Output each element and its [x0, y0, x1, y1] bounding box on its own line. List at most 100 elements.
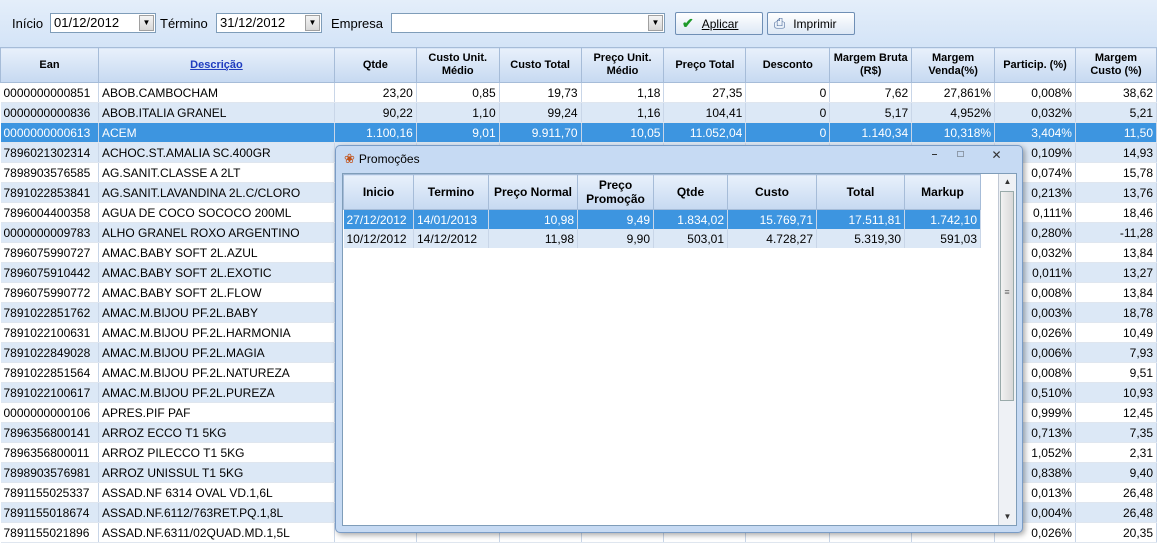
- column-header[interactable]: Desconto: [745, 47, 831, 83]
- chevron-down-icon[interactable]: ▼: [305, 15, 320, 31]
- table-cell: 10,98: [488, 209, 578, 229]
- table-cell: 18,46: [1075, 202, 1157, 223]
- column-header[interactable]: Preço Promoção: [577, 174, 654, 210]
- table-cell: 0,85: [416, 82, 500, 103]
- table-cell: 13,84: [1075, 282, 1157, 303]
- column-header[interactable]: Inicio: [343, 174, 414, 210]
- table-cell: 10,318%: [911, 122, 996, 143]
- column-header[interactable]: Descrição: [97, 47, 335, 83]
- table-cell: 11,50: [1075, 122, 1157, 143]
- table-cell: 9,49: [577, 209, 654, 229]
- column-header[interactable]: Markup: [904, 174, 981, 210]
- column-header[interactable]: Margem Venda(%): [911, 47, 996, 83]
- column-header[interactable]: Custo: [727, 174, 817, 210]
- column-header[interactable]: Termino: [413, 174, 489, 210]
- column-header[interactable]: Ean: [0, 47, 99, 83]
- table-cell: 26,48: [1075, 482, 1157, 503]
- table-cell: 11.052,04: [663, 122, 747, 143]
- table-cell: 7896021302314: [0, 142, 99, 163]
- table-cell: 13,27: [1075, 262, 1157, 283]
- table-cell: 12,45: [1075, 402, 1157, 423]
- table-cell: 7896075990727: [0, 242, 99, 263]
- scroll-thumb[interactable]: ≡: [1000, 191, 1014, 401]
- table-cell: 1.140,34: [829, 122, 913, 143]
- minimize-icon[interactable]: ⎯: [924, 148, 945, 163]
- table-cell: AMAC.M.BIJOU PF.2L.BABY: [98, 302, 335, 323]
- table-cell: AMAC.M.BIJOU PF.2L.NATUREZA: [98, 362, 335, 383]
- empresa-select[interactable]: ▼: [391, 13, 665, 33]
- table-cell: 7898903576585: [0, 162, 99, 183]
- chevron-down-icon[interactable]: ▼: [139, 15, 154, 31]
- table-cell: 27/12/2012: [343, 209, 414, 229]
- table-cell: 1,18: [581, 82, 665, 103]
- table-cell: 9.911,70: [499, 122, 582, 143]
- table-cell: ALHO GRANEL ROXO ARGENTINO: [98, 222, 335, 243]
- table-cell: ASSAD.NF.6112/763RET.PQ.1,8L: [98, 502, 335, 523]
- inicio-date-field[interactable]: 01/12/2012 ▼: [50, 13, 156, 33]
- table-row[interactable]: 0000000000836 ABOB.ITALIA GRANEL 90,22 1,10…: [0, 102, 1157, 123]
- table-cell: 1.834,02: [653, 209, 728, 229]
- termino-date-field[interactable]: 31/12/2012 ▼: [216, 13, 322, 33]
- dialog-title: Promoções: [358, 152, 420, 166]
- column-header[interactable]: Qtde: [653, 174, 728, 210]
- chevron-down-icon[interactable]: ▼: [648, 15, 663, 31]
- table-cell: AG.SANIT.CLASSE A 2LT: [98, 162, 335, 183]
- table-row[interactable]: 0000000000851 ABOB.CAMBOCHAM 23,20 0,85 19,7…: [0, 82, 1157, 103]
- column-header[interactable]: Particip. (%): [994, 47, 1076, 83]
- table-cell: ASSAD.NF.6311/02QUAD.MD.1,5L: [98, 522, 335, 543]
- table-cell: ARROZ ECCO T1 5KG: [98, 422, 335, 443]
- table-cell: 7898903576981: [0, 462, 99, 483]
- table-cell: 27,861%: [911, 82, 996, 103]
- column-header[interactable]: Preço Total: [663, 47, 747, 83]
- table-cell: 591,03: [904, 229, 981, 248]
- table-cell: 7,93: [1075, 342, 1157, 363]
- column-header[interactable]: Total: [816, 174, 905, 210]
- table-cell: 0: [745, 82, 831, 103]
- column-header[interactable]: Margem Custo (%): [1074, 47, 1157, 83]
- filter-toolbar: Início 01/12/2012 ▼ Término 31/12/2012 ▼…: [0, 0, 1157, 46]
- table-cell: AMAC.BABY SOFT 2L.FLOW: [98, 282, 335, 303]
- table-cell: AMAC.M.BIJOU PF.2L.PUREZA: [98, 382, 335, 403]
- table-cell: 27,35: [663, 82, 747, 103]
- aplicar-button[interactable]: ✔ Aplicar: [675, 12, 763, 35]
- table-cell: 4.728,27: [727, 229, 817, 248]
- table-cell: AMAC.BABY SOFT 2L.EXOTIC: [98, 262, 335, 283]
- column-header[interactable]: Margem Bruta (R$): [829, 47, 913, 83]
- scroll-up-icon[interactable]: ▲: [999, 174, 1016, 190]
- column-header[interactable]: Preço Unit. Médio: [580, 47, 665, 83]
- table-cell: AGUA DE COCO SOCOCO 200ML: [98, 202, 335, 223]
- table-cell: 9,90: [577, 229, 654, 248]
- column-header[interactable]: Custo Total: [498, 47, 582, 83]
- table-cell: 7891022100631: [0, 322, 99, 343]
- table-cell: 13,84: [1075, 242, 1157, 263]
- imprimir-button[interactable]: ⎙ Imprimir: [767, 12, 855, 35]
- table-row[interactable]: 27/12/2012 14/01/2013 10,98 9,49 1.834,02 15.…: [343, 209, 981, 229]
- table-cell: 15,78: [1075, 162, 1157, 183]
- table-cell: 7,35: [1075, 422, 1157, 443]
- table-cell: 0000000000851: [0, 82, 99, 103]
- table-cell: 7896075910442: [0, 262, 99, 283]
- table-cell: 7896356800141: [0, 422, 99, 443]
- table-cell: 7891155025337: [0, 482, 99, 503]
- table-cell: 7896075990772: [0, 282, 99, 303]
- table-row[interactable]: 10/12/2012 14/12/2012 11,98 9,90 503,01 4.728…: [343, 229, 981, 248]
- table-cell: ACEM: [98, 122, 335, 143]
- inicio-label: Início: [12, 16, 44, 31]
- table-cell: 19,73: [499, 82, 582, 103]
- close-icon[interactable]: ✕: [986, 148, 1007, 163]
- table-cell: 1,10: [416, 102, 500, 123]
- scroll-down-icon[interactable]: ▼: [999, 509, 1016, 525]
- table-cell: 15.769,71: [727, 209, 817, 229]
- maximize-icon[interactable]: □: [950, 148, 971, 163]
- vertical-scrollbar[interactable]: ▲ ≡ ▼: [998, 174, 1016, 525]
- table-cell: 0000000000106: [0, 402, 99, 423]
- table-cell: ARROZ PILECCO T1 5KG: [98, 442, 335, 463]
- column-header[interactable]: Qtde: [333, 47, 417, 83]
- column-header[interactable]: Preço Normal: [488, 174, 578, 210]
- table-cell: -11,28: [1075, 222, 1157, 243]
- table-cell: 7896004400358: [0, 202, 99, 223]
- column-header[interactable]: Custo Unit. Médio: [415, 47, 500, 83]
- table-row[interactable]: 0000000000613 ACEM 1.100,16 9,01 9.911,70 10,…: [0, 122, 1157, 143]
- printer-icon: ⎙: [774, 15, 786, 31]
- table-cell: 7891022849028: [0, 342, 99, 363]
